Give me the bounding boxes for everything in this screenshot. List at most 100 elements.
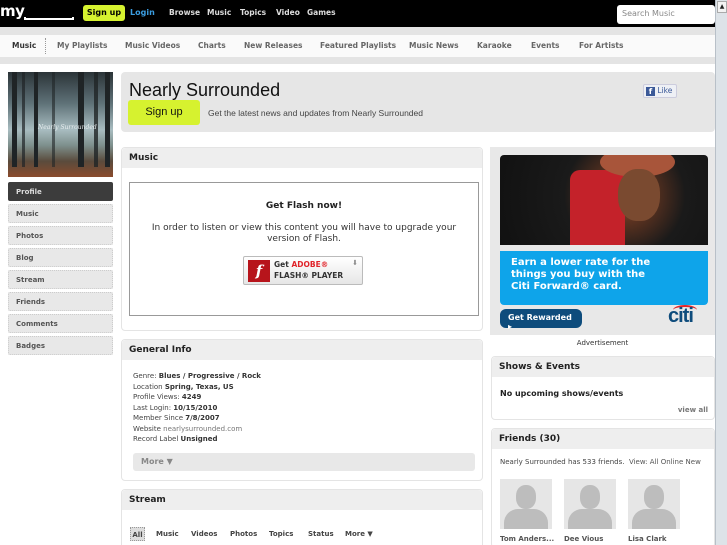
info-location: Location Spring, Texas, US xyxy=(133,382,234,391)
signup-description: Get the latest news and updates from Nea… xyxy=(208,108,423,118)
subnav-divider xyxy=(45,38,46,54)
like-label: Like xyxy=(657,86,673,95)
citi-logo: citi xyxy=(668,305,694,327)
signup-artist-button[interactable]: Sign up xyxy=(128,100,200,125)
sidebar-item-comments[interactable]: Comments xyxy=(8,314,113,333)
subnav-music[interactable]: Music xyxy=(12,41,36,50)
website-link[interactable]: nearlysurrounded.com xyxy=(163,425,242,433)
advertisement[interactable]: Earn a lower rate for the things you buy… xyxy=(490,147,715,335)
stream-tab-videos[interactable]: Videos xyxy=(191,530,217,538)
signup-top-button[interactable]: Sign up xyxy=(83,5,125,21)
nav-browse[interactable]: Browse xyxy=(169,8,200,17)
subnav-karaoke[interactable]: Karaoke xyxy=(477,41,512,50)
search-input[interactable]: Search Music xyxy=(617,5,715,24)
avatar-placeholder-icon xyxy=(628,479,680,529)
subnav-charts[interactable]: Charts xyxy=(198,41,226,50)
more-info-button[interactable]: More ▼ xyxy=(133,453,475,471)
nav-topics[interactable]: Topics xyxy=(240,8,266,17)
friends-view-new[interactable]: New xyxy=(686,458,701,466)
sidebar-item-stream[interactable]: Stream xyxy=(8,270,113,289)
friend-name: Dee Vious xyxy=(564,535,604,543)
facebook-like-button[interactable]: f Like xyxy=(643,84,677,98)
ad-line-2: things you buy with the xyxy=(511,269,646,280)
stream-section: Stream All Music Videos Photos Topics St… xyxy=(121,489,483,545)
info-genre: Genre: Blues / Progressive / Rock xyxy=(133,372,261,380)
subnav-music-videos[interactable]: Music Videos xyxy=(125,41,180,50)
friends-section: Friends (30) Nearly Surrounded has 533 f… xyxy=(491,428,715,545)
subnav-events[interactable]: Events xyxy=(531,41,560,50)
stream-tab-topics[interactable]: Topics xyxy=(269,530,293,538)
music-section: Music Get Flash now! In order to listen … xyxy=(121,147,483,331)
subnav-my-playlists[interactable]: My Playlists xyxy=(57,41,107,50)
nav-music[interactable]: Music xyxy=(207,8,231,17)
stream-title: Stream xyxy=(122,490,482,510)
stream-tab-all[interactable]: All xyxy=(130,527,145,541)
shows-events-title: Shows & Events xyxy=(492,357,714,377)
artist-header: Nearly Surrounded Sign up Get the latest… xyxy=(121,72,715,132)
shows-events-section: Shows & Events No upcoming shows/events … xyxy=(491,356,715,420)
album-caption: Nearly Surrounded xyxy=(38,124,97,131)
flash-player-label: FLASH® PLAYER xyxy=(274,271,344,280)
no-shows-message: No upcoming shows/events xyxy=(500,389,624,398)
subnav-new-releases[interactable]: New Releases xyxy=(244,41,303,50)
advertisement-label: Advertisement xyxy=(576,339,629,347)
general-info-section: General Info Genre: Blues / Progressive … xyxy=(121,339,483,481)
download-icon: ⬇ xyxy=(352,259,358,267)
flash-logo-icon: f xyxy=(248,260,270,282)
scroll-up-arrow-icon[interactable]: ▲ xyxy=(717,1,727,13)
ad-headline-box: Earn a lower rate for the things you buy… xyxy=(500,251,708,305)
ad-image xyxy=(500,155,708,245)
nav-games[interactable]: Games xyxy=(307,8,336,17)
get-flash-button[interactable]: f Get ADOBE® FLASH® PLAYER ⬇ xyxy=(243,256,363,285)
sidebar-item-photos[interactable]: Photos xyxy=(8,226,113,245)
subnav-music-news[interactable]: Music News xyxy=(409,41,459,50)
music-subnav: Music My Playlists Music Videos Charts N… xyxy=(0,35,715,57)
flash-prompt: Get Flash now! In order to listen or vie… xyxy=(129,182,479,316)
avatar-placeholder-icon xyxy=(500,479,552,529)
friend-card[interactable]: Lisa Clark xyxy=(628,479,680,543)
info-member-since: Member Since 7/8/2007 xyxy=(133,414,220,422)
music-section-title: Music xyxy=(122,148,482,168)
stream-tab-music[interactable]: Music xyxy=(156,530,179,538)
sidebar-item-badges[interactable]: Badges xyxy=(8,336,113,355)
general-info-title: General Info xyxy=(122,340,482,360)
avatar-placeholder-icon xyxy=(564,479,616,529)
sidebar-item-profile[interactable]: Profile xyxy=(8,182,113,201)
friends-summary: Nearly Surrounded has 533 friends. View:… xyxy=(500,458,701,466)
stream-tab-status[interactable]: Status xyxy=(308,530,334,538)
sidebar-item-friends[interactable]: Friends xyxy=(8,292,113,311)
info-views: Profile Views: 4249 xyxy=(133,393,202,401)
friend-name: Lisa Clark xyxy=(628,535,667,543)
friend-card[interactable]: Dee Vious xyxy=(564,479,616,543)
artist-name: Nearly Surrounded xyxy=(129,80,281,100)
logo-underline xyxy=(24,17,74,20)
top-bar: my Sign up Login Browse Music Topics Vid… xyxy=(0,0,715,27)
ad-line-1: Earn a lower rate for the xyxy=(511,257,651,268)
info-record-label: Record Label Unsigned xyxy=(133,435,218,443)
friends-view-online[interactable]: Online xyxy=(661,458,684,466)
subnav-featured-playlists[interactable]: Featured Playlists xyxy=(320,41,396,50)
subnav-for-artists[interactable]: For Artists xyxy=(579,41,623,50)
vertical-scrollbar[interactable]: ▲ xyxy=(715,0,727,545)
flash-message: In order to listen or view this content … xyxy=(151,223,457,244)
flash-get-label: Get xyxy=(274,260,289,269)
flash-title: Get Flash now! xyxy=(265,201,343,211)
get-rewarded-button[interactable]: Get Rewarded ▸ xyxy=(500,309,582,331)
friends-view-all[interactable]: All xyxy=(650,458,659,466)
stream-tab-more[interactable]: More ▼ xyxy=(345,530,373,538)
friend-card[interactable]: Tom Anders... xyxy=(500,479,555,543)
stream-tab-photos[interactable]: Photos xyxy=(230,530,257,538)
info-last-login: Last Login: 10/15/2010 xyxy=(133,403,218,412)
nav-video[interactable]: Video xyxy=(276,8,300,17)
ad-line-3: Citi Forward® card. xyxy=(511,281,622,292)
sidebar-item-blog[interactable]: Blog xyxy=(8,248,113,267)
album-art[interactable]: Nearly Surrounded xyxy=(8,72,113,177)
friend-name: Tom Anders... xyxy=(500,535,555,543)
view-all-shows-link[interactable]: view all xyxy=(678,406,708,414)
sidebar-item-music[interactable]: Music xyxy=(8,204,113,223)
adobe-label: ADOBE® xyxy=(291,260,329,269)
site-logo[interactable]: my xyxy=(0,2,25,20)
friends-title: Friends (30) xyxy=(492,429,714,449)
login-link[interactable]: Login xyxy=(130,8,155,17)
facebook-icon: f xyxy=(646,86,655,96)
